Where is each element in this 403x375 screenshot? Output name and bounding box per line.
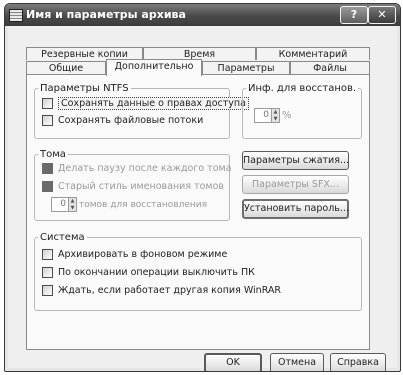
recovery-volumes-value: 0 (51, 197, 69, 212)
down-arrow-icon: ▼ (69, 204, 76, 211)
system-legend: Система (40, 232, 85, 243)
winrar-icon (9, 9, 23, 22)
wait-label: Ждать, если работает другая копия WinRAR (58, 285, 282, 296)
tab-options[interactable]: Параметры (202, 61, 290, 74)
pause-each-option: Делать паузу после каждого тома (42, 163, 232, 174)
save-security-option[interactable]: Сохранять данные о правах доступа (42, 97, 249, 110)
recovery-arrows[interactable]: ▲ ▼ (272, 108, 280, 123)
recovery-spinner[interactable]: 0 ▲ ▼ % (254, 108, 292, 123)
down-arrow-icon[interactable]: ▼ (272, 115, 279, 122)
tab-advanced[interactable]: Дополнительно (106, 59, 202, 76)
tab-row-front: Общие Дополнительно Параметры Файлы (26, 59, 370, 76)
shutdown-option[interactable]: По окончании операции выключить ПК (42, 267, 255, 278)
recovery-legend: Инф. для восстанов. (248, 83, 357, 94)
compression-settings-button[interactable]: Параметры сжатия... (242, 151, 349, 170)
ntfs-group: Параметры NTFS (34, 83, 230, 139)
background-label: Архивировать в фоновом режиме (58, 249, 228, 260)
shutdown-checkbox[interactable] (42, 267, 53, 278)
wait-option[interactable]: Ждать, если работает другая копия WinRAR (42, 285, 281, 296)
set-password-button[interactable]: Установить пароль... (242, 199, 349, 219)
advanced-panel: Параметры NTFS Сохранять данные о правах… (26, 74, 370, 350)
sfx-settings-button: Параметры SFX... (242, 175, 349, 194)
save-streams-label: Сохранять файловые потоки (58, 115, 204, 126)
shutdown-label: По окончании операции выключить ПК (58, 267, 255, 278)
background-checkbox[interactable] (42, 249, 53, 260)
old-naming-label: Старый стиль именования томов (58, 181, 225, 192)
ok-button[interactable]: OK (204, 353, 262, 371)
pause-each-checkbox (42, 163, 53, 174)
cancel-button[interactable]: Отмена (270, 353, 324, 371)
tab-comment[interactable]: Комментарий (256, 47, 370, 60)
recovery-volumes-label: томов для восстановления (79, 199, 208, 210)
background-option[interactable]: Архивировать в фоновом режиме (42, 249, 227, 260)
recovery-value[interactable]: 0 (254, 108, 272, 123)
save-security-label: Сохранять данные о правах доступа (58, 97, 249, 110)
volumes-legend: Тома (40, 149, 66, 160)
save-streams-checkbox[interactable] (42, 115, 53, 126)
tab-general[interactable]: Общие (26, 61, 106, 74)
ntfs-legend: Параметры NTFS (40, 83, 129, 94)
save-security-checkbox[interactable] (42, 98, 53, 109)
help-title-button[interactable]: ? (340, 6, 368, 24)
archive-dialog: Имя и параметры архива ? ✕ Резервные коп… (4, 3, 401, 372)
old-naming-option: Старый стиль именования томов (42, 181, 224, 192)
save-streams-option[interactable]: Сохранять файловые потоки (42, 115, 203, 126)
help-button[interactable]: Справка (330, 353, 386, 371)
recovery-volumes-spinner: 0 ▲ ▼ томов для восстановления (51, 197, 207, 212)
close-button[interactable]: ✕ (368, 6, 396, 24)
recovery-volumes-arrows: ▲ ▼ (69, 197, 77, 212)
title-bar: Имя и параметры архива ? ✕ (5, 4, 400, 26)
old-naming-checkbox (42, 181, 53, 192)
tab-files[interactable]: Файлы (290, 61, 370, 74)
recovery-unit: % (282, 110, 292, 121)
pause-each-label: Делать паузу после каждого тома (58, 163, 232, 174)
window-title: Имя и параметры архива (26, 8, 186, 21)
wait-checkbox[interactable] (42, 285, 53, 296)
dialog-body: Резервные копии Время Комментарий Общие … (8, 26, 397, 371)
